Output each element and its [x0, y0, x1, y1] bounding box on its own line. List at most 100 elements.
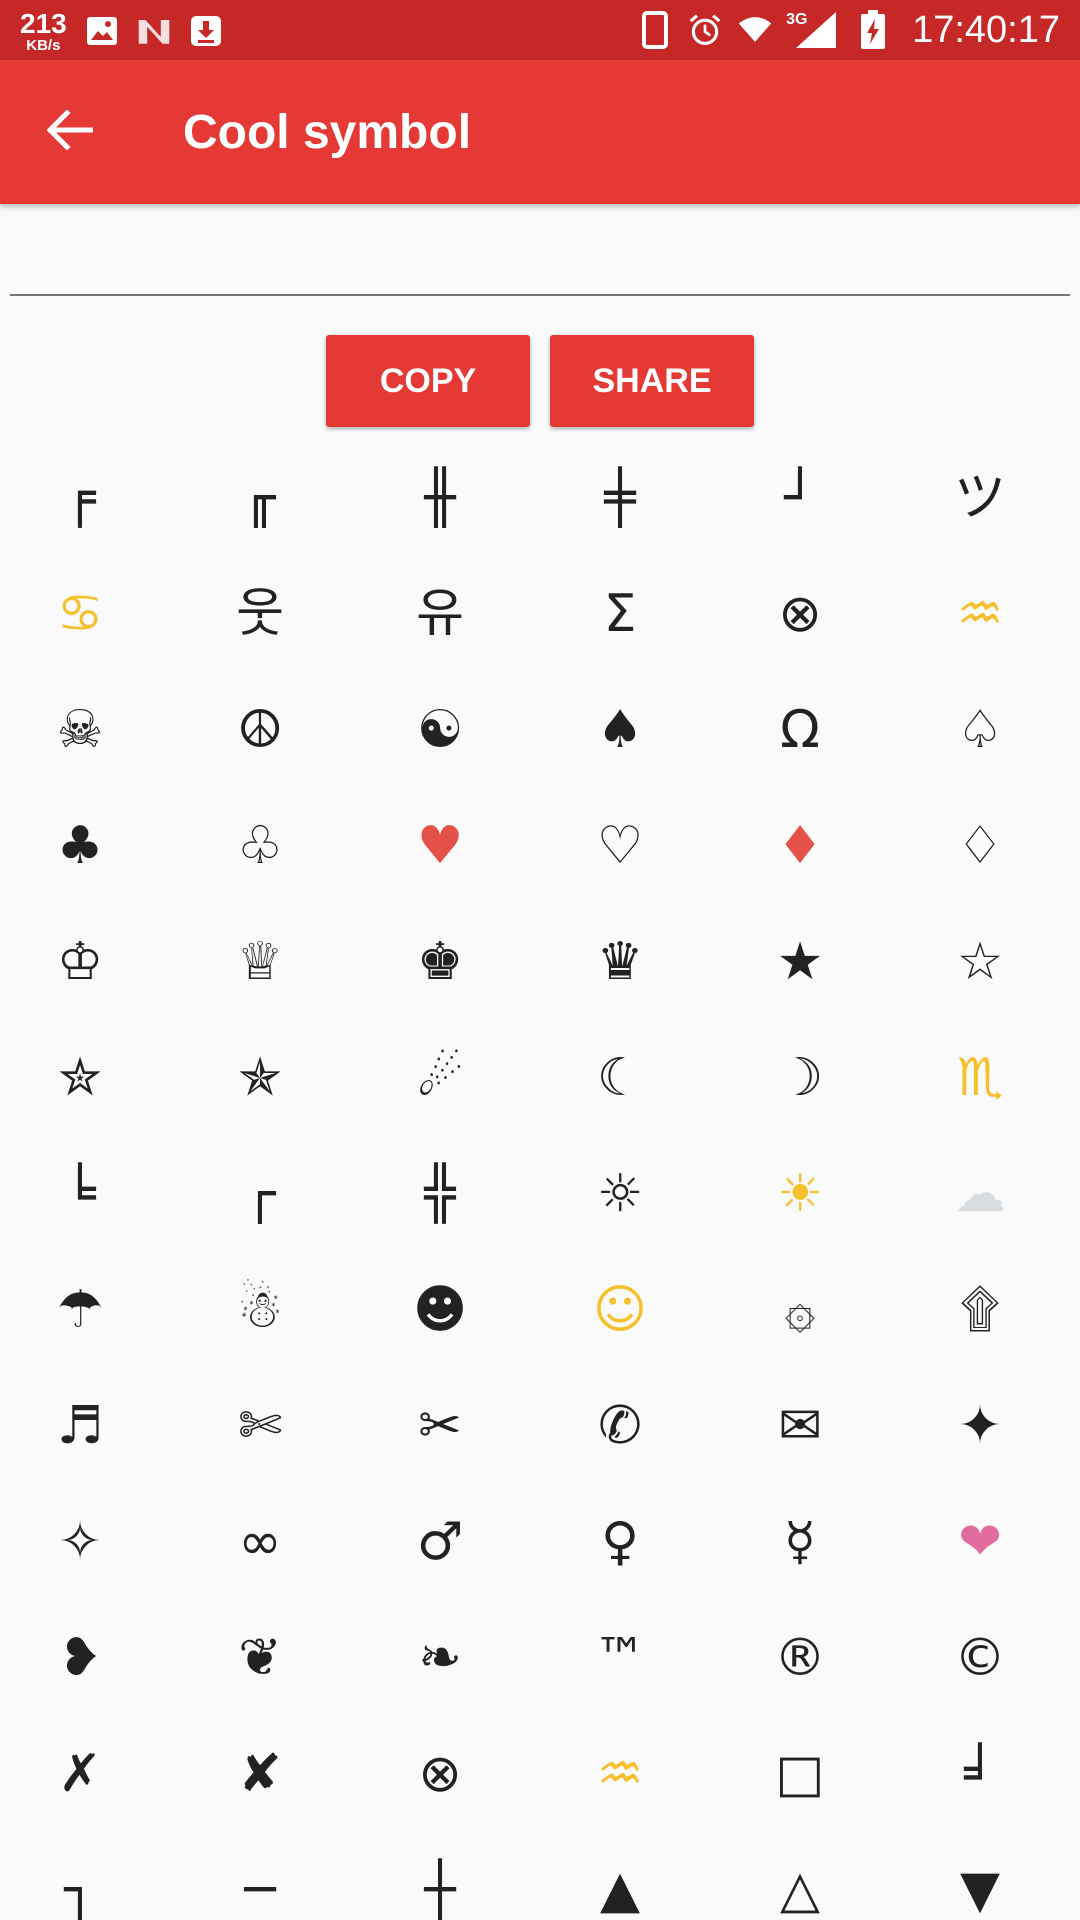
symbol-cell[interactable]: ♔ [0, 904, 170, 1020]
symbol-cell[interactable]: ツ [890, 440, 1070, 556]
back-button[interactable] [40, 102, 100, 162]
symbol-cell[interactable]: ⊗ [710, 556, 890, 672]
network-speed-value: 213 [20, 7, 67, 39]
symbol-cell[interactable]: ✮ [0, 1020, 170, 1136]
status-bar-left: 213 KB/s [20, 6, 223, 56]
symbol-cell[interactable]: ☮ [170, 672, 350, 788]
symbol-cell[interactable]: ╬ [350, 1136, 530, 1252]
network-speed: 213 KB/s [20, 7, 67, 54]
symbol-cell[interactable]: ❥ [0, 1600, 170, 1716]
symbol-cell[interactable]: ♠ [530, 672, 710, 788]
symbol-cell[interactable]: ✯ [170, 1020, 350, 1136]
symbol-cell[interactable]: ♏ [890, 1020, 1070, 1136]
phone-icon [638, 11, 672, 49]
symbol-cell[interactable]: ۩ [890, 1252, 1070, 1368]
symbol-cell[interactable]: ☠ [0, 672, 170, 788]
symbol-cell[interactable]: ☼ [530, 1136, 710, 1252]
symbol-cell[interactable]: ┌ [170, 1136, 350, 1252]
symbol-cell[interactable]: ☻ [350, 1252, 530, 1368]
symbol-cell[interactable]: ☿ [710, 1484, 890, 1600]
copy-button[interactable]: COPY [326, 335, 530, 427]
symbol-cell[interactable]: ╒ [0, 440, 170, 556]
symbol-cell[interactable]: ❧ [350, 1600, 530, 1716]
status-bar-right: 3G 17:40:17 [638, 0, 1060, 60]
symbol-cell[interactable]: ✉ [710, 1368, 890, 1484]
page-title: Cool symbol [183, 105, 472, 159]
share-button[interactable]: SHARE [550, 335, 754, 427]
symbol-cell[interactable]: ✦ [890, 1368, 1070, 1484]
symbol-cell[interactable]: ✘ [170, 1716, 350, 1832]
symbol-cell[interactable]: ♬ [0, 1368, 170, 1484]
symbol-cell[interactable]: ┼ [350, 1832, 530, 1920]
symbol-cell[interactable]: ♧ [170, 788, 350, 904]
symbol-cell[interactable]: ▼ [890, 1832, 1070, 1920]
symbol-cell[interactable]: ™ [530, 1600, 710, 1716]
symbol-cell[interactable]: ♀ [530, 1484, 710, 1600]
battery-charging-icon [856, 10, 890, 49]
symbol-cell[interactable]: 유 [350, 556, 530, 672]
symbol-cell[interactable]: □ [710, 1716, 890, 1832]
symbol-cell[interactable]: ♕ [170, 904, 350, 1020]
alarm-icon [688, 13, 722, 47]
symbol-cell[interactable]: ® [710, 1600, 890, 1716]
symbol-cell[interactable]: ┘ [710, 440, 890, 556]
symbol-cell[interactable]: ╛ [890, 1716, 1070, 1832]
symbol-cell[interactable]: ☀ [710, 1136, 890, 1252]
symbol-cell[interactable]: ▲ [530, 1832, 710, 1920]
symbol-cell[interactable]: ♡ [530, 788, 710, 904]
symbol-cell[interactable]: ╓ [170, 440, 350, 556]
symbol-grid: ╒ ╓ ╫ ╪ ┘ ツ ♋ 웃 유 Σ ⊗ ♒ ☠ ☮ ☯ ♠ Ω ♤ ♣ ♧ ♥ ♡ ♦ ♢ ♔ ♕ ♚ ♛ ★ ☆ ✮ ✯ ☄ ☾ ☽ ♏ ╘ ┌ ╬ ☼… [0, 440, 1080, 1920]
symbol-cell[interactable]: 웃 [170, 556, 350, 672]
symbol-cell[interactable]: ✂ [350, 1368, 530, 1484]
symbol-cell[interactable]: ★ [710, 904, 890, 1020]
symbol-cell[interactable]: ☃ [170, 1252, 350, 1368]
symbol-cell[interactable]: ☁ [890, 1136, 1070, 1252]
symbol-cell[interactable]: △ [710, 1832, 890, 1920]
arrow-back-icon [46, 109, 94, 154]
symbol-cell[interactable]: ♋ [0, 556, 170, 672]
symbol-cell[interactable]: © [890, 1600, 1070, 1716]
symbol-cell[interactable]: ♛ [530, 904, 710, 1020]
network-type-label: 3G [786, 11, 808, 28]
symbol-cell[interactable]: ♚ [350, 904, 530, 1020]
symbol-cell[interactable]: ☽ [710, 1020, 890, 1136]
symbol-cell[interactable]: ♢ [890, 788, 1070, 904]
symbol-cell[interactable]: ☂ [0, 1252, 170, 1368]
symbol-cell[interactable]: ✄ [170, 1368, 350, 1484]
app-bar: Cool symbol [0, 60, 1080, 204]
network-speed-unit: KB/s [26, 36, 61, 54]
symbol-cell[interactable]: ♥ [350, 788, 530, 904]
symbol-cell[interactable]: ♤ [890, 672, 1070, 788]
symbol-cell[interactable]: ❦ [170, 1600, 350, 1716]
symbol-cell[interactable]: ♒ [890, 556, 1070, 672]
symbol-cell[interactable]: ✆ [530, 1368, 710, 1484]
symbol-cell[interactable]: ✧ [0, 1484, 170, 1600]
symbol-cell[interactable]: ♂ [350, 1484, 530, 1600]
symbol-text-input[interactable] [10, 210, 1070, 296]
n-app-icon [137, 14, 171, 48]
symbol-cell[interactable]: ∞ [170, 1484, 350, 1600]
wifi-icon [738, 13, 772, 47]
image-icon [85, 14, 119, 48]
symbol-cell[interactable]: ♒ [530, 1716, 710, 1832]
symbol-cell[interactable]: ⊗ [350, 1716, 530, 1832]
symbol-cell[interactable]: ─ [170, 1832, 350, 1920]
symbol-cell[interactable]: Ω [710, 672, 890, 788]
symbol-cell[interactable]: ۞ [710, 1252, 890, 1368]
symbol-cell[interactable]: ╘ [0, 1136, 170, 1252]
symbol-cell[interactable]: ☄ [350, 1020, 530, 1136]
symbol-cell[interactable]: ✗ [0, 1716, 170, 1832]
download-icon [189, 14, 223, 48]
symbol-cell[interactable]: ╪ [530, 440, 710, 556]
symbol-cell[interactable]: ☺ [530, 1252, 710, 1368]
symbol-cell[interactable]: Σ [530, 556, 710, 672]
symbol-cell[interactable]: ┐ [0, 1832, 170, 1920]
symbol-cell[interactable]: ☾ [530, 1020, 710, 1136]
symbol-cell[interactable]: ♦ [710, 788, 890, 904]
symbol-cell[interactable]: ❤ [890, 1484, 1070, 1600]
status-bar: 213 KB/s 3G 17:40:17 [0, 0, 1080, 60]
symbol-cell[interactable]: ☆ [890, 904, 1070, 1020]
symbol-cell[interactable]: ☯ [350, 672, 530, 788]
symbol-cell[interactable]: ♣ [0, 788, 170, 904]
symbol-cell[interactable]: ╫ [350, 440, 530, 556]
